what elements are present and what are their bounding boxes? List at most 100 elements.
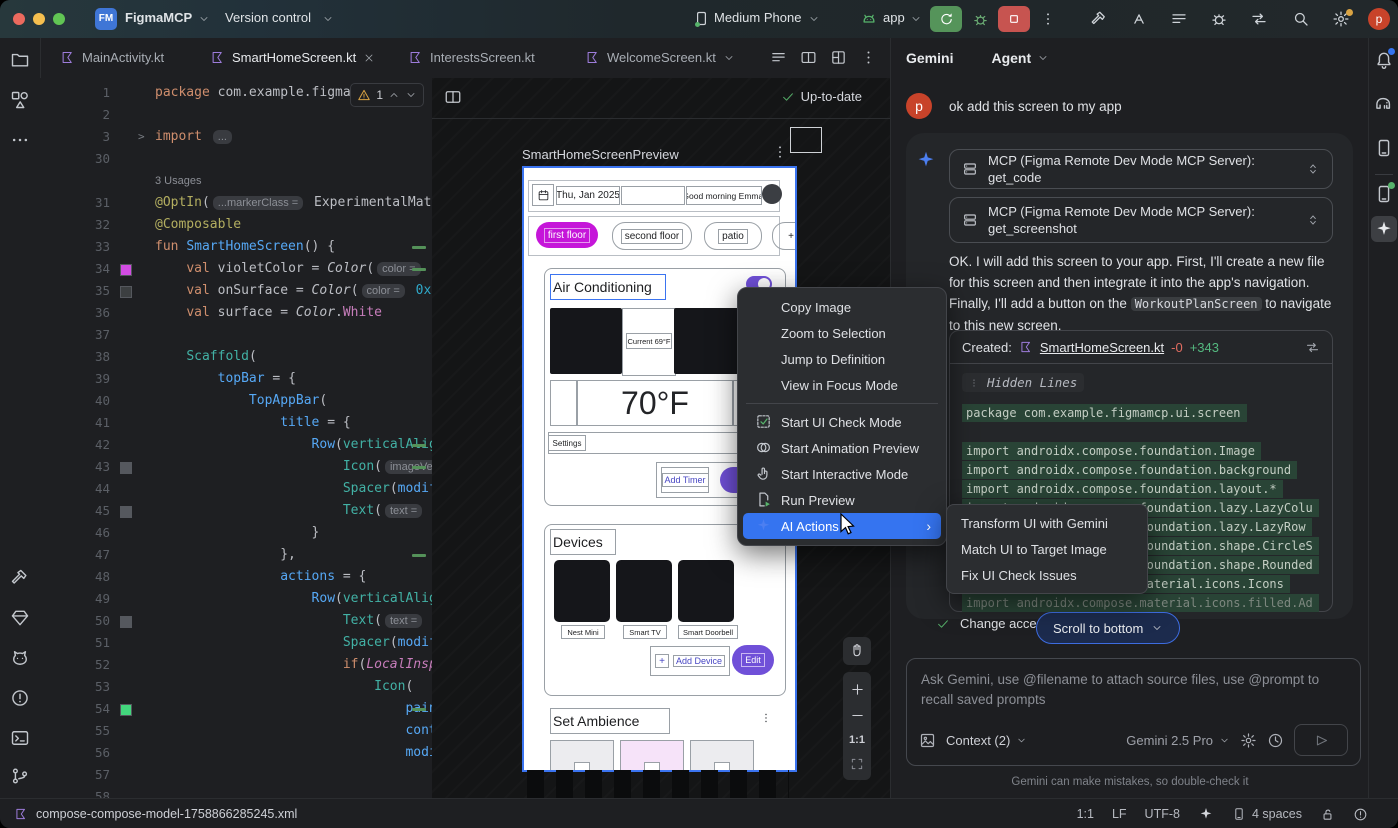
rerun-button[interactable] (930, 6, 962, 32)
more-tools-icon[interactable] (10, 130, 30, 150)
terminal-icon[interactable] (10, 728, 30, 748)
inspections-status-icon[interactable] (1353, 807, 1368, 822)
minimize-window-button[interactable] (33, 13, 45, 25)
caret-position[interactable]: 1:1 (1077, 807, 1094, 821)
code-line: 57 .siz (40, 764, 432, 786)
menu-item-run-preview[interactable]: Run Preview (743, 487, 941, 513)
gemini-input-box[interactable]: Ask Gemini, use @filename to attach sour… (906, 658, 1361, 766)
maximize-window-button[interactable] (53, 13, 65, 25)
tool-call-get-code[interactable]: MCP (Figma Remote Dev Mode MCP Server): … (949, 149, 1333, 189)
editor-options-kebab-icon[interactable] (860, 49, 877, 66)
inspection-widget[interactable]: 1 (350, 83, 424, 107)
context-button[interactable]: Context (2) (946, 733, 1027, 748)
code-line: 3>import ... (40, 126, 432, 148)
open-diff-icon[interactable] (1305, 340, 1320, 355)
project-name[interactable]: FigmaMCP (125, 10, 192, 25)
menu-item-jump-to-definition[interactable]: Jump to Definition (743, 346, 941, 372)
tab-welcomescreen[interactable]: WelcomeScreen.kt (575, 38, 745, 77)
menu-item-start-interactive-mode[interactable]: Start Interactive Mode (743, 461, 941, 487)
project-tool-icon[interactable] (10, 50, 30, 70)
created-file-header: Created: SmartHomeScreen.kt -0 +343 (950, 331, 1332, 364)
pan-button[interactable] (843, 637, 871, 665)
submenu-item-fix-ui-check-issues[interactable]: Fix UI Check Issues (947, 562, 1147, 588)
ai-sparkle-icon (755, 517, 772, 534)
expand-icon[interactable] (1306, 213, 1320, 227)
file-encoding[interactable]: UTF-8 (1145, 807, 1180, 821)
tab-smarthomescreen[interactable]: SmartHomeScreen.kt (200, 38, 385, 77)
menu-item-start-animation-preview[interactable]: Start Animation Preview (743, 435, 941, 461)
send-button[interactable] (1294, 724, 1348, 756)
plus-icon: + (655, 654, 669, 668)
status-file-name[interactable]: compose-compose-model-1758866285245.xml (36, 807, 297, 821)
search-everywhere-icon[interactable] (1292, 10, 1310, 28)
debug-button[interactable] (966, 6, 994, 32)
submenu-item-match-ui-to-target-image[interactable]: Match UI to Target Image (947, 536, 1147, 562)
zoom-in-icon[interactable] (850, 682, 865, 697)
line-ending[interactable]: LF (1112, 807, 1127, 821)
device-selector[interactable]: Medium Phone (714, 10, 801, 25)
chat-settings-icon[interactable] (1240, 732, 1257, 749)
build-icon[interactable] (1090, 10, 1108, 28)
zoom-fit-icon[interactable] (850, 757, 864, 771)
menu-item-zoom-to-selection[interactable]: Zoom to Selection (743, 320, 941, 346)
app-inspection-icon[interactable] (10, 608, 30, 628)
fold-arrow-icon[interactable]: > (138, 126, 145, 148)
user-avatar[interactable]: p (1368, 8, 1390, 30)
vcs-menu[interactable]: Version control (225, 10, 311, 25)
split-editor-icon[interactable] (444, 88, 462, 106)
preview-kebab-icon[interactable] (772, 144, 788, 160)
gemini-tool-icon[interactable] (1374, 219, 1394, 239)
mcp-server-icon (962, 161, 978, 177)
view-mode-code-icon[interactable] (770, 49, 787, 66)
chip-patio: patio (704, 222, 762, 250)
tab-dropdown-icon[interactable] (723, 52, 735, 64)
hidden-lines-chip[interactable]: Hidden Lines (962, 373, 1084, 392)
todo-list-icon[interactable] (1170, 10, 1188, 28)
tool-call-label: MCP (Figma Remote Dev Mode MCP Server): … (988, 203, 1288, 237)
menu-item-copy-image[interactable]: Copy Image (743, 294, 941, 320)
build-tool-icon[interactable] (10, 568, 30, 588)
device-chevron-icon (808, 13, 820, 25)
view-mode-design-icon[interactable] (830, 49, 847, 66)
logcat-icon[interactable] (10, 648, 30, 668)
model-selector[interactable]: Gemini 2.5 Pro (1126, 733, 1230, 748)
menu-item-view-in-focus-mode[interactable]: View in Focus Mode (743, 372, 941, 398)
zoom-out-icon[interactable] (850, 708, 865, 723)
close-tab-icon[interactable] (363, 52, 375, 64)
device-manager-icon[interactable] (1374, 138, 1394, 158)
preview-title[interactable]: SmartHomeScreenPreview (522, 147, 679, 162)
window-controls[interactable] (13, 13, 65, 25)
attach-image-icon[interactable] (919, 732, 936, 749)
indent-icon (1232, 807, 1246, 821)
view-mode-split-icon[interactable] (800, 49, 817, 66)
tab-interestsscreen[interactable]: InterestsScreen.kt (398, 38, 545, 77)
tool-call-get-screenshot[interactable]: MCP (Figma Remote Dev Mode MCP Server): … (949, 197, 1333, 243)
agent-mode-selector[interactable]: Agent (991, 50, 1049, 66)
run-options-kebab-icon[interactable] (1040, 11, 1056, 27)
profiler-icon[interactable] (1210, 10, 1228, 28)
expand-icon[interactable] (1306, 162, 1320, 176)
sync-icon[interactable] (1250, 10, 1268, 28)
gradle-icon[interactable] (1374, 94, 1394, 114)
submenu-item-transform-ui-with-gemini[interactable]: Transform UI with Gemini (947, 510, 1147, 536)
resource-manager-icon[interactable] (10, 90, 30, 110)
created-file-link[interactable]: SmartHomeScreen.kt (1040, 340, 1164, 355)
next-issue-icon[interactable] (405, 89, 417, 101)
stop-button[interactable] (998, 6, 1030, 32)
code-editor[interactable]: 1package com.example.figmamcp.u23>import… (40, 78, 432, 798)
zoom-actual-button[interactable]: 1:1 (849, 734, 865, 746)
translate-icon[interactable] (1130, 10, 1148, 28)
write-access-lock-icon[interactable] (1320, 807, 1335, 822)
problems-icon[interactable] (10, 688, 30, 708)
menu-item-start-ui-check-mode[interactable]: Start UI Check Mode (743, 409, 941, 435)
zoom-controls: 1:1 (843, 672, 871, 780)
version-control-icon[interactable] (10, 766, 30, 786)
scroll-to-bottom-button[interactable]: Scroll to bottom (1036, 612, 1180, 644)
gemini-status-icon[interactable] (1198, 806, 1214, 822)
history-icon[interactable] (1267, 732, 1284, 749)
indent-setting[interactable]: 4 spaces (1232, 807, 1302, 821)
prev-issue-icon[interactable] (388, 89, 400, 101)
tab-mainactivity[interactable]: MainActivity.kt (50, 38, 174, 77)
run-config-selector[interactable]: app (883, 10, 905, 25)
close-window-button[interactable] (13, 13, 25, 25)
